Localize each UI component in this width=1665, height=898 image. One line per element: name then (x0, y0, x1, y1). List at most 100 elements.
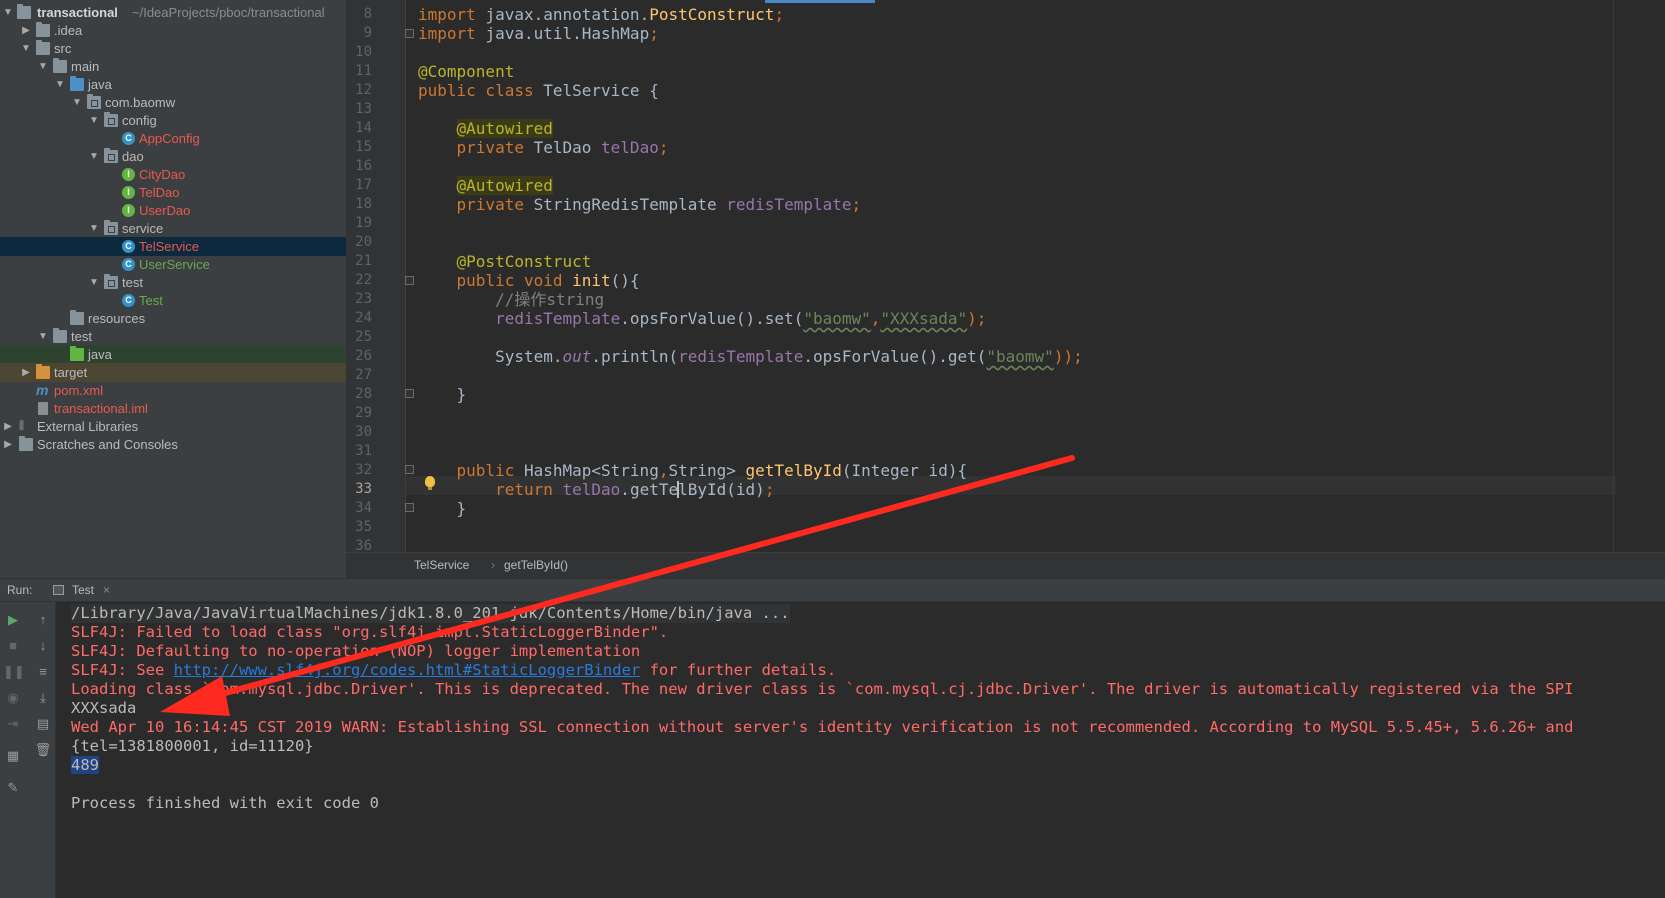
keyword: private (456, 138, 524, 157)
tree-item-pom[interactable]: m pom.xml (0, 381, 346, 400)
package-icon (104, 112, 118, 127)
code-line[interactable]: @Autowired (418, 119, 553, 138)
tree-item-package[interactable]: ▼ com.baomw (0, 93, 346, 112)
code-line[interactable]: redisTemplate.opsForValue().set("baomw",… (418, 309, 986, 328)
code-line[interactable]: private StringRedisTemplate redisTemplat… (418, 195, 862, 214)
expand-arrow-icon[interactable]: ▶ (20, 363, 32, 382)
tree-item-appconfig[interactable]: C AppConfig (0, 129, 346, 148)
code-line[interactable]: private TelDao telDao; (418, 138, 669, 157)
tree-root[interactable]: ▼ transactional ~/IdeaProjects/pboc/tran… (0, 3, 346, 22)
expand-arrow-icon[interactable]: ▶ (2, 435, 14, 454)
code-line-current[interactable]: return telDao.getTelById(id); (418, 480, 774, 499)
scroll-up-icon[interactable]: ↑ (33, 611, 53, 629)
tree-item-external-libraries[interactable]: ▶ ⫼ External Libraries (0, 417, 346, 436)
expand-arrow-icon[interactable]: ▶ (2, 417, 14, 436)
code-line[interactable]: System.out.println(redisTemplate.opsForV… (418, 347, 1083, 366)
tree-item-scratches[interactable]: ▶ Scratches and Consoles (0, 435, 346, 454)
tree-item-label: resources (88, 311, 146, 326)
tree-item-label: UserService (139, 257, 210, 272)
code-line[interactable]: public HashMap<String,String> getTelById… (418, 461, 968, 480)
tree-item-src[interactable]: ▼ src (0, 39, 346, 58)
tree-item-test-java[interactable]: java (0, 345, 346, 364)
breadcrumb-item[interactable]: TelService (414, 553, 469, 577)
fold-marker-icon[interactable] (405, 389, 414, 398)
tree-item-telservice[interactable]: C TelService (0, 237, 346, 256)
stop-icon[interactable]: ■ (3, 637, 23, 655)
expand-arrow-icon[interactable]: ▼ (37, 327, 49, 346)
pin-icon[interactable]: ✎ (3, 779, 23, 797)
trash-icon[interactable]: 🗑 (33, 741, 53, 759)
rerun-icon[interactable]: ▶ (3, 611, 23, 629)
soft-wrap-icon[interactable]: ≡ (33, 663, 53, 681)
tree-item-citydao[interactable]: I CityDao (0, 165, 346, 184)
breadcrumb-item[interactable]: getTelById() (504, 553, 568, 577)
tree-item-test-pkg[interactable]: ▼ test (0, 273, 346, 292)
tree-item-resources[interactable]: resources (0, 309, 346, 328)
code-line[interactable]: import java.util.HashMap; (418, 24, 659, 43)
code-line[interactable]: @Component (418, 62, 514, 81)
expand-arrow-icon[interactable]: ▼ (88, 273, 100, 292)
console-text: SLF4J: See (71, 661, 174, 679)
exit-icon[interactable]: ⇥ (3, 715, 23, 733)
code-line[interactable]: public class TelService { (418, 81, 659, 100)
tree-item-teldao[interactable]: I TelDao (0, 183, 346, 202)
line-number: 34 (355, 500, 372, 516)
layout-icon[interactable]: ▦ (3, 747, 23, 765)
line-number: 17 (355, 177, 372, 193)
code-line[interactable]: public void init(){ (418, 271, 640, 290)
code-line[interactable]: @Autowired (418, 176, 553, 195)
tree-item-target[interactable]: ▶ target (0, 363, 346, 382)
expand-arrow-icon[interactable]: ▼ (2, 3, 14, 22)
console-link[interactable]: http://www.slf4j.org/codes.html#StaticLo… (174, 661, 641, 679)
run-toolbar: ▶ ↑ ■ ↓ ❚❚ ≡ ◉ ⤓ ⇥ ▤ 🗑 ▦ ✎ (0, 602, 56, 898)
tree-item-idea[interactable]: ▶ .idea (0, 21, 346, 40)
tree-item-label: TelService (139, 239, 199, 254)
expand-arrow-icon[interactable]: ▼ (71, 93, 83, 112)
expand-arrow-icon[interactable]: ▼ (88, 147, 100, 166)
line-number: 14 (355, 120, 372, 136)
tree-item-test-class[interactable]: C Test (0, 291, 346, 310)
console-output[interactable]: /Library/Java/JavaVirtualMachines/jdk1.8… (57, 602, 1665, 898)
fold-marker-icon[interactable] (405, 465, 414, 474)
tree-item-iml[interactable]: transactional.iml (0, 399, 346, 418)
code-line[interactable]: //操作string (418, 290, 604, 309)
console-line: Wed Apr 10 16:14:45 CST 2019 WARN: Estab… (71, 718, 1574, 736)
code-token: java.util.HashMap (485, 24, 650, 43)
fold-marker-icon[interactable] (405, 276, 414, 285)
expand-arrow-icon[interactable]: ▼ (37, 57, 49, 76)
code-token: .opsForValue().set( (620, 309, 804, 328)
tab-test[interactable]: Test (72, 579, 94, 601)
code-token: } (456, 499, 467, 518)
expand-arrow-icon[interactable]: ▼ (54, 75, 66, 94)
code-token: StringRedisTemplate (523, 195, 727, 214)
console-text: for further details. (640, 661, 837, 679)
tree-item-userdao[interactable]: I UserDao (0, 201, 346, 220)
expand-arrow-icon[interactable]: ▼ (88, 111, 100, 130)
expand-arrow-icon[interactable]: ▼ (20, 39, 32, 58)
code-token: javax.annotation. (485, 5, 650, 24)
tree-item-service[interactable]: ▼ service (0, 219, 346, 238)
selected-text: 489 (71, 756, 99, 774)
pause-icon[interactable]: ❚❚ (3, 663, 25, 681)
fold-marker-icon[interactable] (405, 503, 414, 512)
scroll-to-end-icon[interactable]: ⤓ (33, 689, 53, 707)
tree-item-main[interactable]: ▼ main (0, 57, 346, 76)
tree-item-java[interactable]: ▼ java (0, 75, 346, 94)
tree-item-test-dir[interactable]: ▼ test (0, 327, 346, 346)
code-line[interactable]: } (418, 385, 467, 404)
code-line[interactable]: } (418, 499, 467, 518)
expand-arrow-icon[interactable]: ▼ (88, 219, 100, 238)
tree-item-userservice[interactable]: C UserService (0, 255, 346, 274)
tree-item-dao[interactable]: ▼ dao (0, 147, 346, 166)
camera-icon[interactable]: ◉ (3, 689, 23, 707)
expand-arrow-icon[interactable]: ▶ (20, 21, 32, 40)
tree-item-config[interactable]: ▼ config (0, 111, 346, 130)
code-token: getTe (629, 480, 679, 499)
line-number: 9 (363, 25, 372, 41)
scroll-down-icon[interactable]: ↓ (33, 637, 53, 655)
code-line[interactable]: import javax.annotation.PostConstruct; (418, 5, 784, 24)
fold-marker-icon[interactable] (405, 29, 414, 38)
close-tab-icon[interactable]: × (103, 579, 110, 601)
code-line[interactable]: @PostConstruct (418, 252, 592, 271)
print-icon[interactable]: ▤ (33, 715, 53, 733)
